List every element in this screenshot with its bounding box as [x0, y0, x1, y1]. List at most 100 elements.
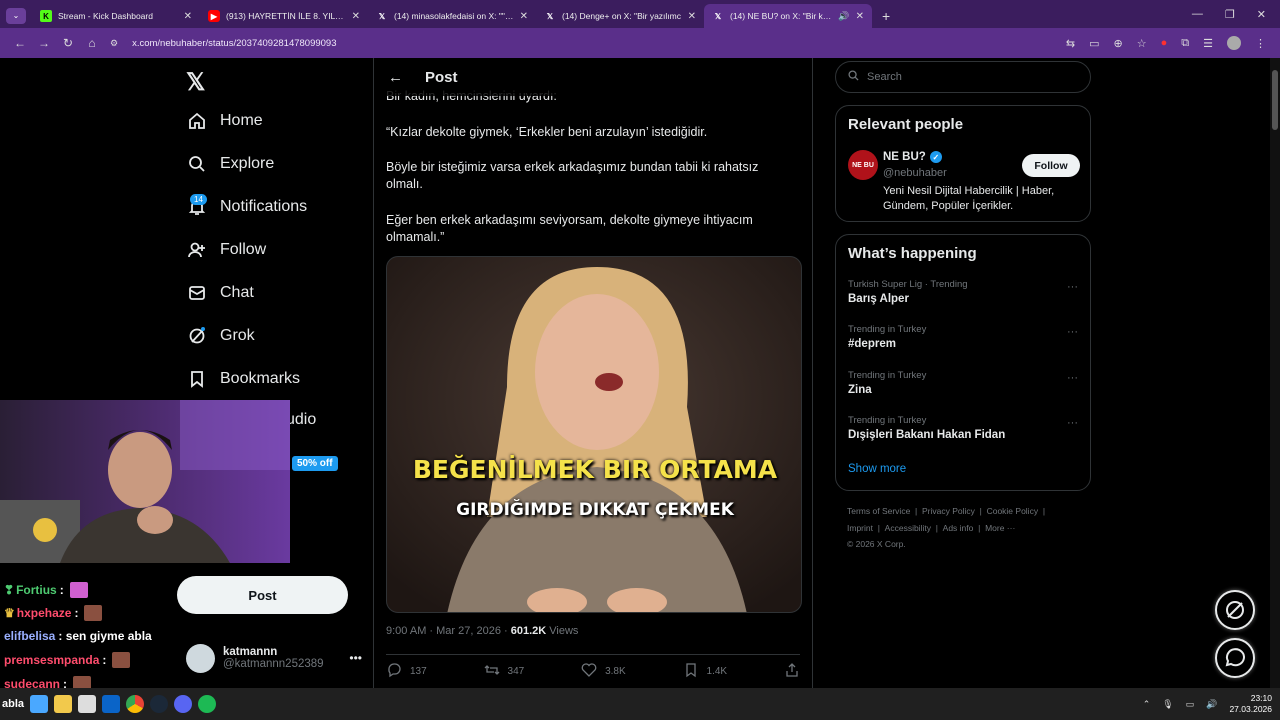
- spotify-icon[interactable]: [198, 695, 217, 713]
- discord-icon[interactable]: [174, 695, 193, 713]
- chat-username: premsesmpanda: [4, 653, 100, 667]
- trend-item[interactable]: Trending in Turkey Zina ···: [848, 370, 1078, 396]
- tab-search-button[interactable]: ⌄: [6, 8, 26, 24]
- volume-icon[interactable]: 🔊: [1206, 699, 1217, 710]
- close-tab-icon[interactable]: ✕: [856, 11, 864, 22]
- restore-icon[interactable]: ❐: [1225, 8, 1235, 21]
- reply-button[interactable]: 137: [386, 662, 427, 681]
- tab-x-1[interactable]: 𝕏 (14) minasolakfedaisi on X: ""bu ✕: [368, 4, 536, 28]
- trend-item[interactable]: Turkish Super Lig · Trending Barış Alper ·…: [848, 279, 1078, 305]
- sidebar-item-label: Chat: [220, 284, 254, 301]
- grok-fab-button[interactable]: [1215, 590, 1255, 630]
- sidebar-item-grok[interactable]: Grok: [186, 325, 255, 347]
- clock[interactable]: 23:10 27.03.2026: [1229, 693, 1272, 715]
- messages-fab-button[interactable]: [1215, 638, 1255, 678]
- back-icon[interactable]: ←: [8, 36, 32, 50]
- sidebar-item-explore[interactable]: Explore: [186, 153, 274, 175]
- show-more-link[interactable]: Show more: [848, 463, 906, 475]
- star-icon[interactable]: ☆: [1137, 37, 1147, 50]
- minimize-icon[interactable]: —: [1192, 8, 1203, 21]
- ads-info-link[interactable]: Ads info: [943, 523, 974, 533]
- outlook-icon[interactable]: [102, 695, 121, 713]
- accessibility-link[interactable]: Accessibility: [885, 523, 931, 533]
- speaker-icon[interactable]: 🔊: [838, 11, 849, 22]
- profile-avatar[interactable]: [1227, 36, 1241, 50]
- network-icon[interactable]: ▭: [1186, 699, 1195, 710]
- sidebar-item-home[interactable]: Home: [186, 110, 263, 132]
- sidebar-item-studio[interactable]: udio: [286, 411, 316, 429]
- store-icon[interactable]: [78, 695, 97, 713]
- close-tab-icon[interactable]: ✕: [184, 11, 192, 22]
- more-icon[interactable]: ···: [1067, 372, 1078, 384]
- translate-icon[interactable]: ⇆: [1066, 37, 1075, 50]
- x-logo-icon[interactable]: 𝕏: [186, 68, 205, 97]
- reading-list-icon[interactable]: ☰: [1203, 37, 1213, 50]
- share-button[interactable]: [784, 662, 800, 681]
- site-info-icon[interactable]: ⚙: [110, 38, 118, 49]
- url-field[interactable]: x.com/nebuhaber/status/20374092814780990…: [132, 38, 1066, 49]
- tab-kick[interactable]: K Stream - Kick Dashboard ✕: [32, 4, 200, 28]
- close-tab-icon[interactable]: ✕: [688, 11, 696, 22]
- tab-youtube[interactable]: ▶ (913) HAYRETTİN İLE 8. YIL GAL ✕: [200, 4, 368, 28]
- more-link[interactable]: More ···: [985, 523, 1015, 533]
- more-icon[interactable]: •••: [349, 651, 362, 665]
- close-tab-icon[interactable]: ✕: [352, 11, 360, 22]
- like-button[interactable]: 3.8K: [581, 662, 626, 681]
- post-timestamp[interactable]: 9:00 AM · Mar 27, 2026 ·: [386, 625, 511, 637]
- scrollbar[interactable]: [1270, 58, 1280, 688]
- sidebar-item-chat[interactable]: Chat: [186, 282, 254, 304]
- privacy-link[interactable]: Privacy Policy: [922, 506, 975, 516]
- chevron-up-icon[interactable]: ⌃: [1143, 699, 1151, 710]
- reload-icon[interactable]: ↻: [56, 36, 80, 50]
- microphone-icon[interactable]: 🎙: [1162, 699, 1173, 710]
- person-bio: Yeni Nesil Dijital Habercilik | Haber, G…: [883, 185, 1055, 212]
- tab-x-active[interactable]: 𝕏 (14) NE BU? on X: "Bir kadın 🔊 ✕: [704, 4, 872, 28]
- follow-button[interactable]: Follow: [1022, 154, 1080, 177]
- new-tab-button[interactable]: +: [882, 8, 890, 24]
- sidebar-item-bookmarks[interactable]: Bookmarks: [186, 368, 300, 390]
- repost-button[interactable]: 347: [484, 662, 524, 681]
- trend-item[interactable]: Trending in Turkey #deprem ···: [848, 324, 1078, 350]
- separator: |: [915, 506, 918, 516]
- adblock-icon[interactable]: ●: [1161, 37, 1168, 49]
- sidebar-item-follow[interactable]: Follow: [186, 239, 266, 261]
- cast-icon[interactable]: ▭: [1089, 37, 1099, 50]
- menu-icon[interactable]: ⋮: [1255, 37, 1266, 50]
- search-input[interactable]: Search: [835, 61, 1091, 93]
- tab-title: Stream - Kick Dashboard: [58, 11, 153, 21]
- post-button[interactable]: Post: [177, 576, 348, 614]
- youtube-icon: ▶: [208, 10, 220, 22]
- account-switcher[interactable]: katmannn @katmannn252389 •••: [186, 638, 362, 678]
- cookie-link[interactable]: Cookie Policy: [987, 506, 1039, 516]
- chat-username: Fortius: [16, 583, 57, 597]
- bookmark-button[interactable]: 1.4K: [683, 662, 727, 681]
- more-icon[interactable]: ···: [1067, 417, 1078, 429]
- tab-strip: ⌄ K Stream - Kick Dashboard ✕ ▶ (913) HAYRE…: [0, 0, 1280, 28]
- trend-item[interactable]: Trending in Turkey Dışişleri Bakanı Hakan…: [848, 415, 1078, 441]
- terms-link[interactable]: Terms of Service: [847, 506, 910, 516]
- windows-start-icon[interactable]: [30, 695, 49, 713]
- person-name-row[interactable]: NE BU? ✓: [883, 151, 942, 163]
- more-icon[interactable]: ···: [1067, 326, 1078, 338]
- back-arrow-icon[interactable]: ←: [388, 69, 403, 86]
- tab-x-2[interactable]: 𝕏 (14) Denge+ on X: "Bir yazılımc ✕: [536, 4, 704, 28]
- sidebar-item-label: Notifications: [220, 198, 308, 215]
- scrollbar-thumb[interactable]: [1272, 70, 1278, 130]
- close-tab-icon[interactable]: ✕: [520, 11, 528, 22]
- person-name: NE BU?: [883, 151, 926, 163]
- forward-icon[interactable]: →: [32, 36, 56, 50]
- x-icon: 𝕏: [546, 11, 554, 21]
- zoom-icon[interactable]: ⊕: [1114, 37, 1123, 50]
- avatar[interactable]: NE BU: [848, 150, 878, 180]
- chrome-icon[interactable]: [126, 695, 145, 713]
- close-window-icon[interactable]: ✕: [1257, 8, 1266, 21]
- chat-bubble-icon: [1225, 648, 1245, 667]
- video-player[interactable]: BEĞENİLMEK BIR ORTAMA GIRDIĞIMDE DIKKAT …: [386, 256, 802, 613]
- file-explorer-icon[interactable]: [54, 695, 73, 713]
- home-icon[interactable]: ⌂: [80, 36, 104, 50]
- sidebar-item-label: Follow: [220, 241, 267, 258]
- imprint-link[interactable]: Imprint: [847, 523, 873, 533]
- more-icon[interactable]: ···: [1067, 281, 1078, 293]
- extensions-icon[interactable]: ⧉: [1181, 37, 1189, 50]
- steam-icon[interactable]: [150, 695, 169, 713]
